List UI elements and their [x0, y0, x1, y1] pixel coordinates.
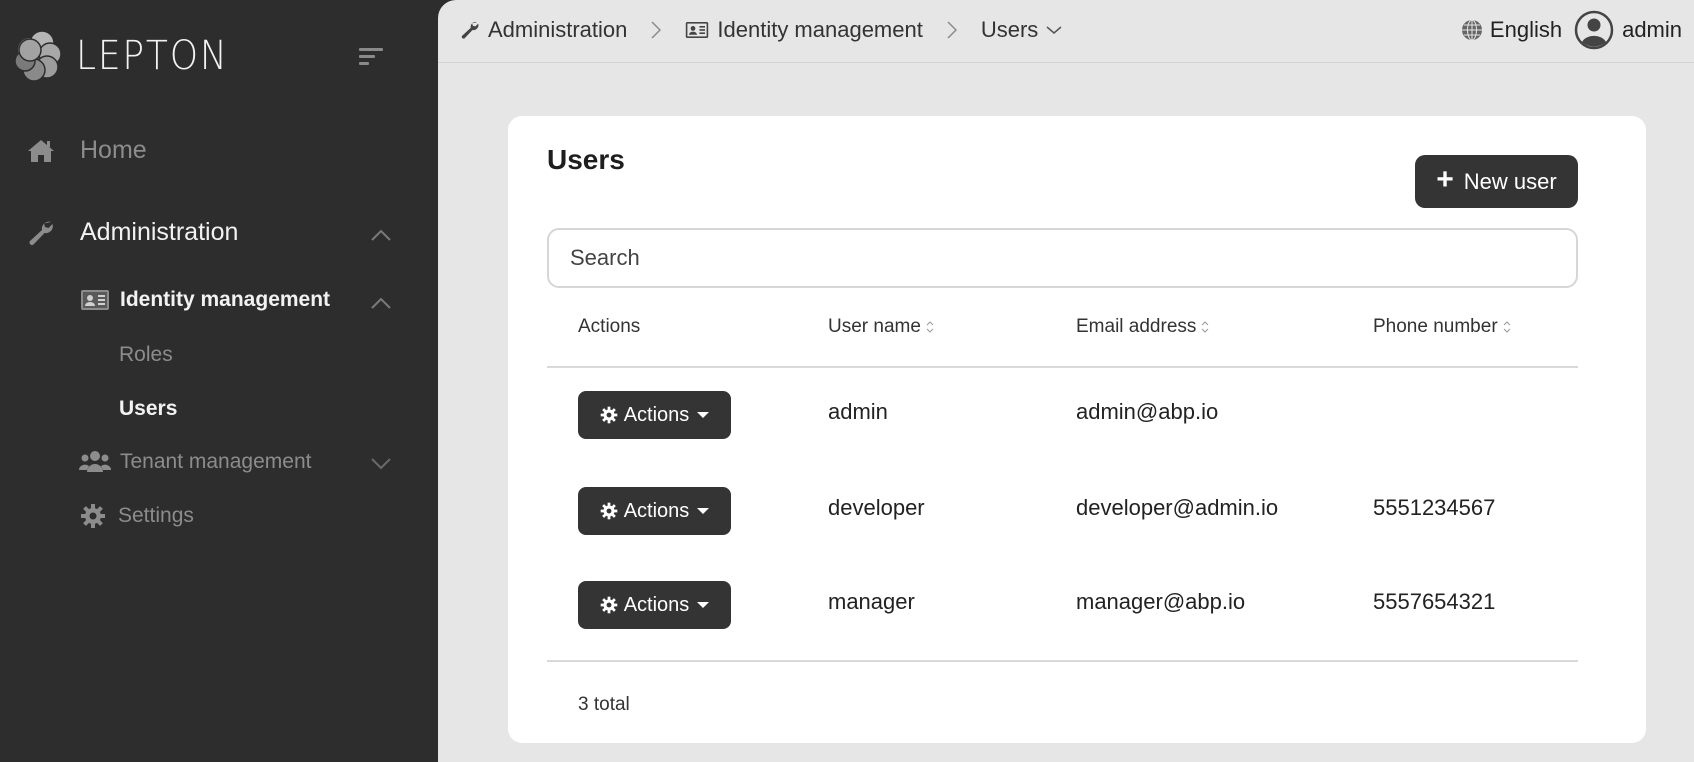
sidebar-item-administration[interactable]: Administration: [26, 218, 238, 247]
sidebar-item-home[interactable]: Home: [26, 136, 147, 165]
sort-icon: [1201, 320, 1209, 334]
sidebar-item-settings[interactable]: Settings: [80, 503, 194, 529]
user-menu[interactable]: admin: [1574, 10, 1682, 50]
caret-down-icon: [697, 412, 710, 418]
sort-icon: [926, 320, 934, 334]
new-user-label: New user: [1463, 168, 1557, 194]
breadcrumb-item-users[interactable]: Users: [981, 17, 1062, 43]
app-root: LEPTON Home Administration Identity mana…: [0, 0, 1694, 762]
column-label: Email address: [1076, 316, 1197, 337]
chevron-right-icon: [947, 21, 957, 39]
breadcrumb-item-administration[interactable]: Administration: [460, 17, 627, 43]
wrench-icon: [460, 20, 480, 40]
gear-icon: [600, 502, 618, 520]
cell-phone: 5557654321: [1373, 589, 1496, 614]
table-row: Actions admin admin@abp.io: [547, 391, 1578, 451]
breadcrumb-label: Administration: [488, 17, 628, 42]
sidebar-item-tenant-management[interactable]: Tenant management: [78, 450, 311, 474]
caret-down-icon: [697, 602, 710, 608]
chevron-down-icon: [1046, 25, 1062, 35]
table-footer-divider: [547, 660, 1578, 662]
username-label: admin: [1622, 17, 1682, 42]
column-header-user-name[interactable]: User name: [828, 302, 934, 352]
topbar: Administration Identity management Users: [438, 0, 1694, 63]
sidebar-item-identity-management[interactable]: Identity management: [80, 288, 330, 312]
table-row: Actions developer developer@admin.io 555…: [547, 487, 1578, 547]
breadcrumb: Administration Identity management Users: [460, 14, 1062, 46]
menu-toggle-line: [359, 55, 375, 58]
row-actions-button[interactable]: Actions: [578, 581, 731, 629]
table-row: Actions manager manager@abp.io 555765432…: [547, 581, 1578, 641]
new-user-button[interactable]: + New user: [1415, 155, 1578, 208]
brand-name: LEPTON: [76, 33, 229, 79]
row-actions-label: Actions: [623, 499, 690, 522]
topbar-actions: English admin: [1460, 10, 1682, 50]
sort-icon: [1503, 320, 1511, 334]
menu-toggle-line: [359, 48, 383, 51]
column-label: Phone number: [1373, 316, 1498, 337]
users-icon: [78, 450, 112, 474]
chevron-up-icon[interactable]: [370, 228, 392, 242]
column-label: Actions: [578, 316, 641, 337]
row-actions-button[interactable]: Actions: [578, 391, 731, 439]
id-card-icon: [80, 289, 110, 311]
main-content: Administration Identity management Users: [438, 0, 1694, 762]
column-header-actions: Actions: [578, 302, 640, 352]
sidebar-item-label: Identity management: [120, 288, 331, 311]
row-actions-label: Actions: [623, 593, 690, 616]
lepton-logo-icon: [14, 30, 62, 82]
language-label: English: [1489, 17, 1563, 42]
gear-icon: [80, 503, 106, 529]
gear-icon: [600, 596, 618, 614]
plus-icon: +: [1436, 163, 1454, 196]
sidebar-item-label: Settings: [118, 504, 194, 527]
user-avatar-icon: [1574, 10, 1614, 50]
sidebar-item-label: Roles: [119, 343, 173, 366]
users-card: Users + New user Actions User name Email…: [508, 116, 1646, 743]
wrench-icon: [26, 219, 56, 247]
row-actions-label: Actions: [623, 403, 690, 426]
cell-username: admin: [828, 399, 888, 424]
breadcrumb-label: Identity management: [717, 17, 923, 42]
sidebar-item-label: Users: [119, 397, 178, 420]
sidebar-item-label: Tenant management: [120, 450, 312, 473]
sidebar: LEPTON Home Administration Identity mana…: [0, 0, 438, 762]
language-selector[interactable]: English: [1460, 17, 1562, 43]
cell-email: admin@abp.io: [1076, 399, 1219, 424]
chevron-right-icon: [651, 21, 662, 39]
table-header-divider: [547, 366, 1578, 368]
search-input[interactable]: [547, 228, 1578, 288]
globe-icon: [1460, 18, 1484, 42]
total-count: 3 total: [578, 694, 630, 715]
column-header-phone-number[interactable]: Phone number: [1373, 302, 1511, 352]
cell-email: manager@abp.io: [1076, 589, 1246, 614]
gear-icon: [600, 406, 618, 424]
caret-down-icon: [697, 508, 710, 514]
column-label: User name: [828, 316, 921, 337]
row-actions-button[interactable]: Actions: [578, 487, 731, 535]
sidebar-item-label: Home: [80, 136, 147, 164]
sidebar-item-roles[interactable]: Roles: [119, 343, 173, 367]
cell-username: manager: [828, 589, 915, 614]
chevron-down-icon[interactable]: [370, 456, 392, 470]
home-icon: [26, 138, 56, 164]
chevron-up-icon[interactable]: [370, 296, 392, 310]
sidebar-item-label: Administration: [80, 218, 239, 246]
column-header-email-address[interactable]: Email address: [1076, 302, 1209, 352]
cell-email: developer@admin.io: [1076, 495, 1279, 520]
page-title: Users: [547, 144, 625, 175]
breadcrumb-label: Users: [980, 17, 1039, 42]
menu-toggle-button[interactable]: [357, 46, 387, 68]
brand[interactable]: LEPTON: [14, 30, 246, 82]
id-card-icon: [685, 21, 709, 39]
cell-phone: 5551234567: [1373, 495, 1496, 520]
menu-toggle-line: [359, 62, 369, 65]
cell-username: developer: [828, 495, 925, 520]
breadcrumb-item-identity-management[interactable]: Identity management: [685, 17, 923, 43]
sidebar-item-users[interactable]: Users: [119, 397, 177, 421]
